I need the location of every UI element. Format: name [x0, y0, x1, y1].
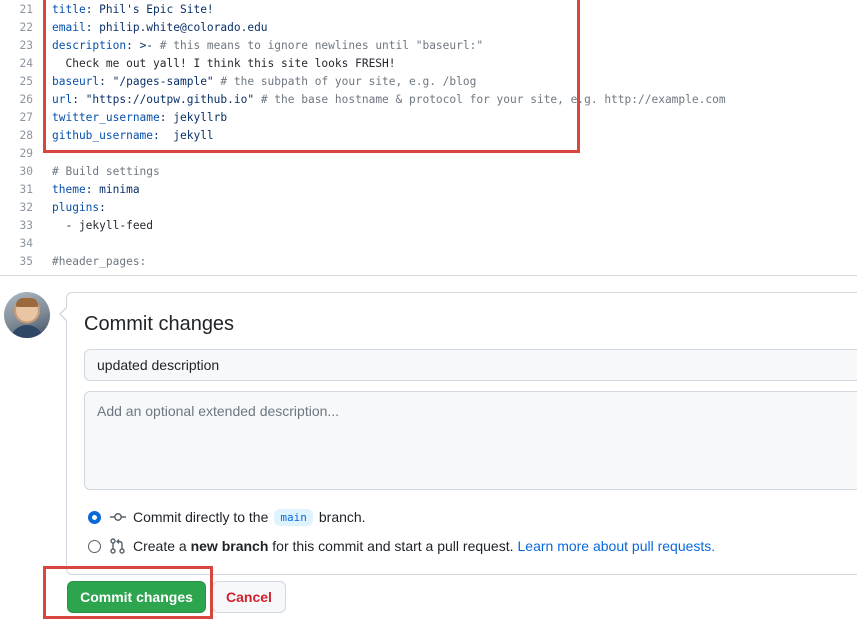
panel-caret-fill: [61, 307, 68, 321]
line-number: 25: [19, 75, 33, 88]
yaml-comment: # the base hostname & protocol for your …: [260, 93, 726, 106]
avatar[interactable]: [4, 292, 50, 338]
cancel-button[interactable]: Cancel: [212, 581, 286, 613]
code-text: url: "https://outpw.github.io" # the bas…: [52, 91, 726, 109]
code-text: description: >- # this means to ignore n…: [52, 37, 483, 55]
line-number: 27: [19, 111, 33, 124]
yaml-value: : >-: [126, 39, 160, 52]
yaml-value: : "/pages-sample": [99, 75, 221, 88]
line-number: 24: [19, 57, 33, 70]
yaml-key: baseurl: [52, 75, 100, 88]
code-editor[interactable]: 21 title: Phil's Epic Site! 22 email: phili…: [0, 0, 857, 275]
commit-title: Commit changes: [84, 313, 235, 335]
avatar-hair: [16, 298, 38, 307]
yaml-key: theme: [52, 183, 86, 196]
yaml-value: : jekyllrb: [159, 111, 228, 124]
yaml-text: - jekyll-feed: [52, 219, 154, 232]
line-number: 30: [19, 165, 33, 178]
commit-direct-option[interactable]: Commit directly to the main branch.: [88, 507, 366, 527]
commit-new-branch-option[interactable]: Create a new branch for this commit and …: [88, 536, 715, 556]
commit-description-textarea[interactable]: Add an optional extended description...: [84, 391, 857, 490]
yaml-key: plugins: [52, 201, 100, 214]
yaml-comment: # the subpath of your site, e.g. /blog: [220, 75, 477, 88]
line-number: 22: [19, 21, 33, 34]
code-text: Check me out yall! I think this site loo…: [52, 55, 396, 73]
yaml-value: : minima: [85, 183, 140, 196]
line-number: 32: [19, 201, 33, 214]
line-number: 21: [19, 3, 33, 16]
code-text: twitter_username: jekyllrb: [52, 109, 227, 127]
code-text: - jekyll-feed: [52, 217, 153, 235]
radio-new-branch[interactable]: [88, 539, 101, 553]
commit-direct-suffix: branch.: [318, 509, 366, 525]
code-text: #header_pages:: [52, 253, 146, 271]
yaml-value: :: [99, 201, 106, 214]
code-text: plugins:: [52, 199, 106, 217]
line-number: 28: [19, 129, 33, 142]
learn-more-pull-requests-link[interactable]: Learn more about pull requests.: [518, 538, 716, 554]
divider: [0, 275, 857, 276]
yaml-key: github_username: [52, 129, 154, 142]
line-number: 26: [19, 93, 33, 106]
line-number: 31: [19, 183, 33, 196]
yaml-value: : "https://outpw.github.io": [72, 93, 261, 106]
yaml-key: description: [52, 39, 127, 52]
yaml-value: : philip.white@colorado.edu: [85, 21, 268, 34]
commit-summary-input[interactable]: updated description: [84, 349, 857, 381]
avatar-shirt: [10, 325, 44, 338]
new-branch-bold: new branch: [190, 538, 269, 554]
code-text: baseurl: "/pages-sample" # the subpath o…: [52, 73, 476, 91]
code-text: title: Phil's Epic Site!: [52, 1, 214, 19]
new-branch-prefix: Create a: [133, 538, 187, 554]
yaml-comment: #header_pages:: [52, 255, 147, 268]
new-branch-suffix: for this commit and start a pull request…: [272, 538, 514, 554]
yaml-key: url: [52, 93, 73, 106]
line-number: 33: [19, 219, 33, 232]
yaml-comment: # Build settings: [52, 165, 160, 178]
commit-direct-prefix: Commit directly to the: [133, 509, 269, 525]
yaml-key: title: [52, 3, 86, 16]
line-number: 34: [19, 237, 33, 250]
radio-commit-direct[interactable]: [88, 510, 101, 524]
line-number: 23: [19, 39, 33, 52]
line-number: 35: [19, 255, 33, 268]
branch-name-pill: main: [274, 508, 313, 526]
line-number: 29: [19, 147, 33, 160]
code-text: theme: minima: [52, 181, 140, 199]
yaml-key: email: [52, 21, 86, 34]
commit-changes-button[interactable]: Commit changes: [67, 581, 206, 613]
yaml-value: : jekyll: [153, 129, 214, 142]
code-text: github_username: jekyll: [52, 127, 214, 145]
yaml-comment: # this means to ignore newlines until "b…: [159, 39, 484, 52]
yaml-key: twitter_username: [52, 111, 160, 124]
git-commit-icon: [109, 509, 127, 525]
yaml-value: : Phil's Epic Site!: [85, 3, 214, 16]
git-pull-request-icon: [109, 538, 127, 554]
yaml-text: Check me out yall! I think this site loo…: [52, 57, 396, 70]
code-text: # Build settings: [52, 163, 160, 181]
code-text: email: philip.white@colorado.edu: [52, 19, 268, 37]
